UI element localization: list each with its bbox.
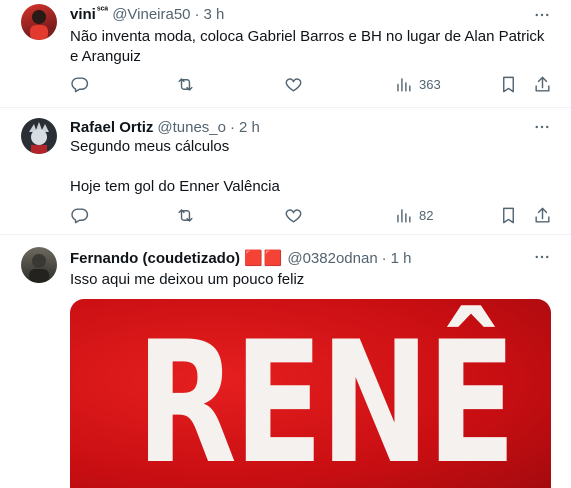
- retweet-icon: [178, 208, 193, 222]
- more-icon[interactable]: [533, 248, 551, 266]
- author-handle[interactable]: @tunes_o: [157, 119, 226, 136]
- author-name[interactable]: Rafael Ortiz: [70, 119, 153, 136]
- views-count: 82: [419, 207, 434, 223]
- separator: ·: [229, 119, 235, 136]
- tweet-1[interactable]: vini ˢᶜᵃ @Vineira50 · 3 h Não inventa mo…: [0, 0, 571, 108]
- separator: ·: [194, 6, 200, 23]
- bookmark-icon: [503, 207, 514, 223]
- views-button[interactable]: 363: [394, 72, 441, 96]
- tweet-media-image[interactable]: RENÊ: [70, 299, 551, 488]
- more-icon[interactable]: [533, 6, 551, 24]
- tweet-actions: 363: [62, 72, 562, 96]
- tweet-header: Fernando (coudetizado) 🟥🟥 @0382odnan · 1…: [70, 249, 412, 268]
- like-button[interactable]: [284, 203, 303, 227]
- author-badges: 🟥🟥: [244, 250, 284, 267]
- share-icon: [535, 207, 550, 223]
- views-button[interactable]: 82: [394, 203, 433, 227]
- views-icon: [397, 77, 411, 92]
- avatar[interactable]: [21, 4, 57, 40]
- heart-icon: [285, 208, 302, 223]
- retweet-icon: [178, 77, 193, 91]
- views-count: 363: [419, 76, 441, 92]
- heart-icon: [285, 77, 302, 92]
- tweet-header: Rafael Ortiz @tunes_o · 2 h: [70, 119, 260, 136]
- media-image-text: RENÊ: [136, 305, 516, 488]
- reply-icon: [71, 207, 89, 223]
- reply-button[interactable]: [70, 72, 89, 96]
- bookmark-button[interactable]: [499, 72, 518, 96]
- timestamp[interactable]: 2 h: [239, 119, 260, 136]
- author-name[interactable]: vini: [70, 6, 96, 23]
- tweet-text: Isso aqui me deixou um pouco feliz: [70, 271, 305, 288]
- author-name-suffix: ˢᶜᵃ: [96, 5, 109, 16]
- share-button[interactable]: [533, 72, 552, 96]
- share-icon: [535, 76, 550, 92]
- tweet-2[interactable]: Rafael Ortiz @tunes_o · 2 h Segundo meus…: [0, 108, 571, 235]
- tweet-actions: 82: [62, 203, 562, 227]
- avatar[interactable]: [21, 247, 57, 283]
- reply-icon: [71, 76, 89, 92]
- timestamp[interactable]: 1 h: [391, 250, 412, 267]
- bookmark-button[interactable]: [499, 203, 518, 227]
- reply-button[interactable]: [70, 203, 89, 227]
- timestamp[interactable]: 3 h: [204, 6, 225, 23]
- avatar[interactable]: [21, 118, 57, 154]
- views-icon: [397, 208, 411, 223]
- retweet-button[interactable]: [176, 72, 195, 96]
- separator: ·: [381, 249, 387, 267]
- retweet-button[interactable]: [176, 203, 195, 227]
- tweet-text: Não inventa moda, coloca Gabriel Barros …: [70, 28, 545, 65]
- more-icon[interactable]: [533, 118, 551, 136]
- bookmark-icon: [503, 76, 514, 92]
- author-handle[interactable]: @0382odnan: [287, 250, 377, 267]
- author-name[interactable]: Fernando (coudetizado): [70, 250, 240, 267]
- tweet-header: vini ˢᶜᵃ @Vineira50 · 3 h: [70, 5, 225, 23]
- author-handle[interactable]: @Vineira50: [112, 6, 190, 23]
- tweet-text: Segundo meus cálculos Hoje tem gol do En…: [70, 138, 280, 195]
- share-button[interactable]: [533, 203, 552, 227]
- like-button[interactable]: [284, 72, 303, 96]
